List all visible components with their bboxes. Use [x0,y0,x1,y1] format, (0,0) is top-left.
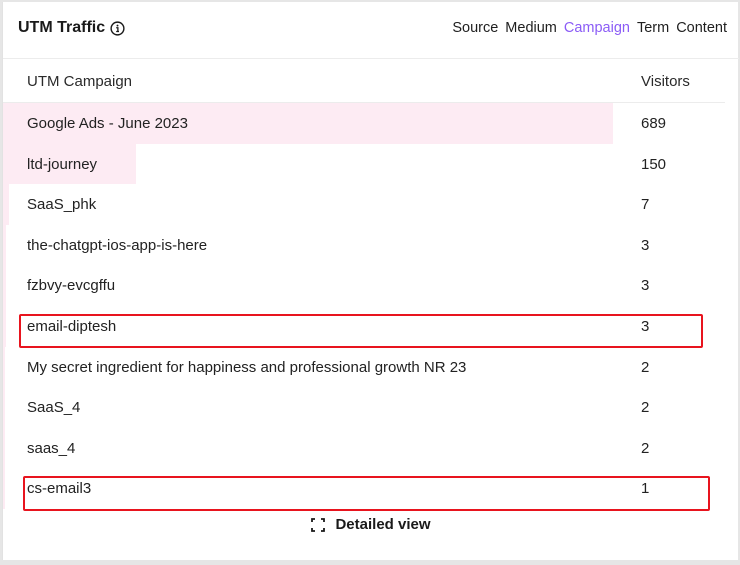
detailed-view-label: Detailed view [335,516,431,533]
card-title-text: UTM Traffic [18,19,106,36]
visitor-count: 1 [641,480,650,498]
visitor-count: 2 [641,358,650,376]
card-header: UTM Traffic Source Medium Campaign Term … [3,2,739,59]
table-row[interactable]: email-diptesh 3 [3,305,739,347]
card-title: UTM Traffic [18,19,125,37]
table-row[interactable]: ltd-journey 150 [3,143,739,185]
visitor-count: 150 [641,155,667,173]
tab-term[interactable]: Term [637,20,669,36]
table-row[interactable]: My secret ingredient for happiness and p… [3,346,739,388]
visitor-count: 2 [641,399,650,417]
campaign-name: SaaS_4 [27,399,81,417]
tab-source[interactable]: Source [452,20,498,36]
campaign-name: ltd-journey [27,155,98,173]
campaign-name: fzbvy-evcgffu [27,277,116,295]
campaign-name: SaaS_phk [27,196,97,214]
table-body: Google Ads - June 2023 689 ltd-journey 150 S… [3,103,739,509]
table-row[interactable]: the-chatgpt-ios-app-is-here 3 [3,224,739,266]
info-circle-icon[interactable] [110,20,125,36]
visitor-share-bar [3,224,6,266]
visitor-count: 2 [641,439,650,457]
visitor-count: 3 [641,236,650,254]
visitor-count: 3 [641,317,650,335]
table-row[interactable]: saas_4 2 [3,427,739,469]
table-row[interactable]: Google Ads - June 2023 689 [3,103,739,144]
column-header-visitors: Visitors [641,73,690,90]
visitor-share-bar [3,346,5,388]
table-row[interactable]: fzbvy-evcgffu 3 [3,265,739,306]
campaign-name: email-diptesh [27,317,117,335]
visitor-share-bar [3,427,5,469]
table-row[interactable]: SaaS_4 2 [3,387,739,428]
campaign-name: cs-email3 [27,480,92,498]
campaign-name: the-chatgpt-ios-app-is-here [27,236,208,254]
visitor-share-bar [3,184,10,225]
table-row[interactable]: SaaS_phk 7 [3,184,739,225]
utm-traffic-card: UTM Traffic Source Medium Campaign Term … [2,2,739,560]
tab-medium[interactable]: Medium [505,20,557,36]
visitor-count: 3 [641,277,650,295]
visitor-share-bar [3,387,5,428]
table-header: UTM Campaign Visitors [3,60,725,103]
table-row[interactable]: cs-email3 1 [3,468,739,509]
card-footer: Detailed view [3,516,739,536]
page-background-strip [0,560,740,565]
column-header-campaign: UTM Campaign [27,73,133,90]
visitor-share-bar [3,468,5,509]
campaign-name: My secret ingredient for happiness and p… [27,358,467,376]
expand-icon [311,517,326,532]
visitor-count: 7 [641,196,650,214]
tab-campaign[interactable]: Campaign [564,20,630,36]
tab-content[interactable]: Content [676,20,727,36]
visitor-count: 689 [641,115,667,132]
visitor-share-bar [3,305,6,347]
detailed-view-button[interactable]: Detailed view [311,516,431,533]
campaign-name: saas_4 [27,439,76,457]
campaign-name: Google Ads - June 2023 [27,115,188,132]
utm-tabs: Source Medium Campaign Term Content [452,20,727,36]
visitor-share-bar [3,265,6,306]
